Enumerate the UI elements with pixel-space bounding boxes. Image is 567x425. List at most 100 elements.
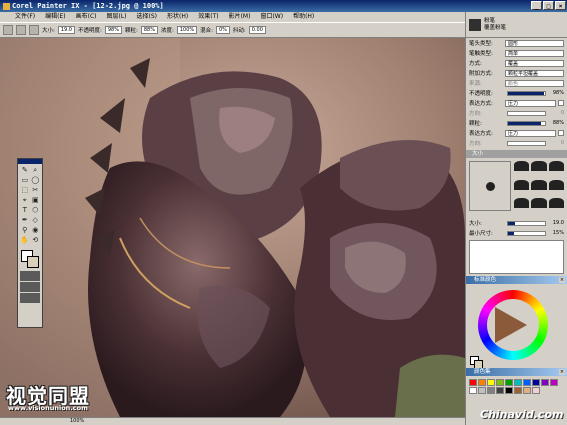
brush-category[interactable]: 粉笔: [484, 18, 506, 25]
profile-6-icon[interactable]: [548, 179, 564, 190]
profile-5-icon[interactable]: [531, 179, 547, 190]
brush-variant[interactable]: 覆盖粉笔: [484, 25, 506, 32]
color-swatch-7[interactable]: [523, 379, 531, 386]
brush-category-icon[interactable]: [469, 18, 481, 31]
brush-tool-icon[interactable]: ✎: [20, 166, 30, 175]
pattern-library-icon[interactable]: [20, 282, 40, 292]
profile-1-icon[interactable]: [514, 161, 530, 171]
opacity-slider-fill: [508, 91, 545, 95]
size-field[interactable]: 19.0: [57, 26, 75, 34]
color-swatch-16[interactable]: [514, 387, 522, 394]
menu-edit[interactable]: 编辑(E): [40, 12, 70, 22]
expression-dropdown-1[interactable]: 压力: [505, 99, 556, 107]
color-swatch-17[interactable]: [523, 387, 531, 394]
text-tool-icon[interactable]: T: [20, 206, 30, 215]
method-dropdown[interactable]: 覆盖: [505, 59, 564, 67]
profile-2-icon[interactable]: [531, 161, 547, 171]
oval-select-icon[interactable]: ◯: [31, 176, 41, 185]
color-swatch-11[interactable]: [469, 387, 477, 394]
color-swatch-1[interactable]: [469, 379, 477, 386]
color-panel-header[interactable]: 标准颜色 ×: [466, 276, 567, 284]
profile-4-icon[interactable]: [514, 179, 530, 190]
menu-file[interactable]: 文件(F): [10, 12, 40, 22]
opacity-field[interactable]: 98%: [104, 26, 122, 34]
invert-checkbox-1[interactable]: [558, 100, 564, 106]
color-panel-close-icon[interactable]: ×: [559, 277, 565, 283]
shape-icon[interactable]: ⬡: [31, 206, 41, 215]
color-swatch-18[interactable]: [532, 387, 540, 394]
menu-canvas[interactable]: 画布(C): [71, 12, 102, 22]
color-swatch-9[interactable]: [541, 379, 549, 386]
menu-help[interactable]: 帮助(H): [288, 12, 319, 22]
eraser-icon[interactable]: ◇: [31, 216, 41, 225]
size-label: 大小:: [42, 28, 55, 34]
lasso-icon[interactable]: ⬚: [20, 186, 30, 195]
size-section-header[interactable]: 大小: [466, 150, 567, 158]
min-size-slider[interactable]: [507, 230, 546, 236]
dab-type-dropdown[interactable]: 圆形: [505, 39, 564, 47]
reset-tool-icon[interactable]: [16, 25, 26, 35]
brush-ghost-icon[interactable]: [29, 25, 39, 35]
stroke-type-dropdown[interactable]: 简单: [505, 49, 564, 57]
profile-3-icon[interactable]: [548, 161, 564, 171]
rect-shape-icon[interactable]: ▣: [31, 196, 41, 205]
color-swatch-3[interactable]: [487, 379, 495, 386]
invert-checkbox-2[interactable]: [558, 130, 564, 136]
menu-effects[interactable]: 效果(T): [193, 12, 223, 22]
brush-tool-icon[interactable]: [3, 25, 13, 35]
color-sets-close-icon[interactable]: ×: [559, 369, 565, 375]
gradient-library-icon[interactable]: [20, 293, 40, 303]
color-sets-header[interactable]: 颜色集 ×: [466, 368, 567, 376]
crop-icon[interactable]: ✂: [31, 186, 41, 195]
color-swatch-2[interactable]: [478, 379, 486, 386]
resaturation-field[interactable]: 100%: [176, 26, 198, 34]
rect-select-icon[interactable]: ▭: [20, 176, 30, 185]
method-row: 方式: 覆盖: [466, 58, 567, 68]
fill-icon[interactable]: ◉: [31, 226, 41, 235]
color-swatch-12[interactable]: [478, 387, 486, 394]
color-swatch-4[interactable]: [496, 379, 504, 386]
profile-7-icon[interactable]: [514, 198, 530, 209]
paper-library-icon[interactable]: [20, 271, 40, 281]
grain-value: 88%: [552, 120, 564, 126]
profile-8-icon[interactable]: [531, 198, 547, 209]
close-button[interactable]: ×: [555, 1, 566, 10]
menu-shapes[interactable]: 形状(H): [162, 12, 193, 22]
color-swatch-13[interactable]: [487, 387, 495, 394]
maximize-button[interactable]: □: [543, 1, 554, 10]
saturation-value-triangle[interactable]: [495, 307, 527, 343]
menu-window[interactable]: 窗口(W): [255, 12, 288, 22]
grabber-icon[interactable]: ✋: [20, 236, 30, 245]
opacity-label: 不透明度:: [469, 91, 493, 97]
bleed-field[interactable]: 0%: [215, 26, 230, 34]
color-swatch-10[interactable]: [550, 379, 558, 386]
brush-selector[interactable]: 粉笔 覆盖粉笔: [466, 12, 567, 38]
grain-slider[interactable]: [507, 120, 546, 126]
status-bar: 100%: [0, 417, 465, 425]
expression-dropdown-2[interactable]: 压力: [505, 129, 556, 137]
drawing-canvas[interactable]: [0, 38, 465, 417]
hue-ring[interactable]: [478, 290, 548, 360]
profile-9-icon[interactable]: [548, 198, 564, 209]
pen-icon[interactable]: ✒: [20, 216, 30, 225]
grain-field[interactable]: 88%: [140, 26, 158, 34]
menu-layers[interactable]: 图层(L): [102, 12, 132, 22]
jitter-field[interactable]: 0.00: [248, 26, 266, 34]
color-swatch-5[interactable]: [505, 379, 513, 386]
menu-select[interactable]: 选择(S): [132, 12, 163, 22]
rotate-icon[interactable]: ⟲: [31, 236, 41, 245]
color-swatch-8[interactable]: [532, 379, 540, 386]
color-swatch-pair[interactable]: [20, 249, 40, 269]
minimize-button[interactable]: _: [531, 1, 542, 10]
secondary-color-swatch[interactable]: [27, 256, 39, 268]
color-swatch-6[interactable]: [514, 379, 522, 386]
color-swatch-15[interactable]: [505, 387, 513, 394]
size-slider[interactable]: [507, 220, 546, 226]
subcategory-dropdown[interactable]: 颗粒平坦覆盖: [505, 69, 564, 77]
move-icon[interactable]: ⌖: [20, 196, 30, 205]
dropper-tool-icon[interactable]: ⌕: [31, 166, 41, 175]
opacity-slider[interactable]: [507, 90, 546, 96]
magnifier-icon[interactable]: ⚲: [20, 226, 30, 235]
color-swatch-14[interactable]: [496, 387, 504, 394]
menu-movie[interactable]: 影片(M): [224, 12, 256, 22]
